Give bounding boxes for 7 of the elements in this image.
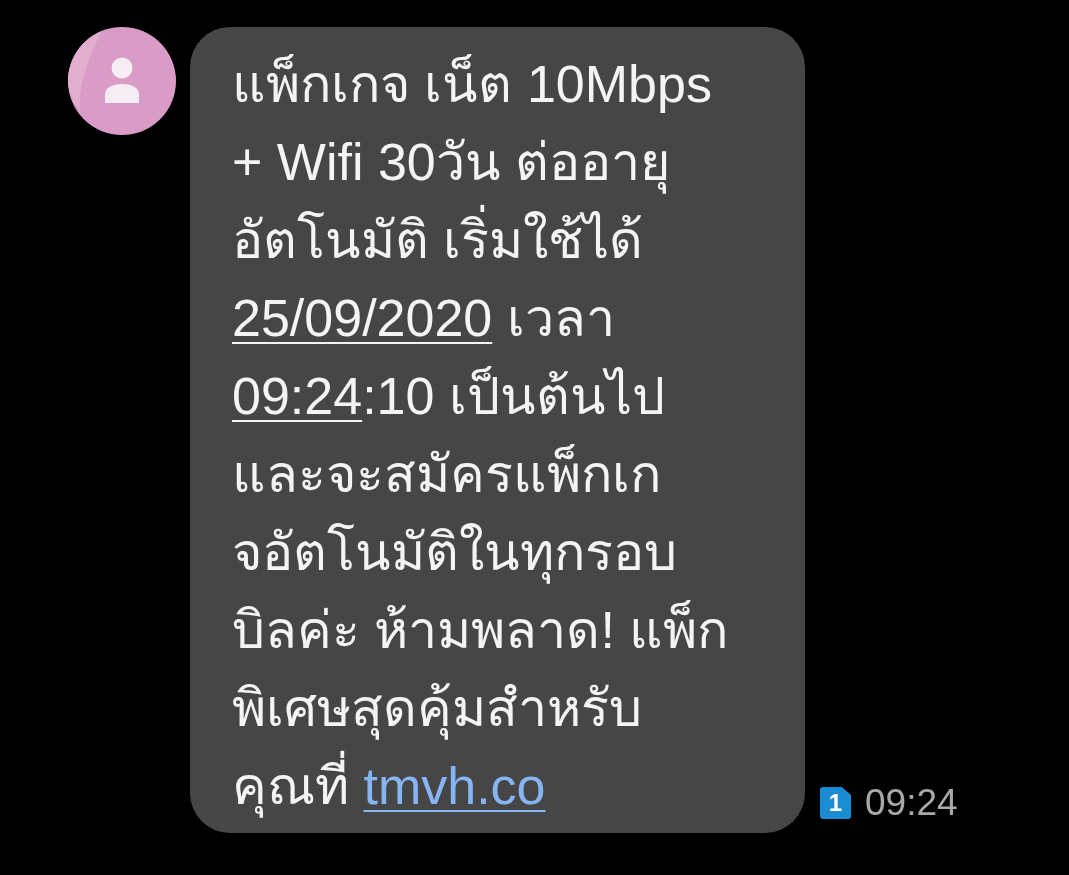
sim-indicator: 1	[820, 787, 851, 819]
url-link[interactable]: tmvh.co	[363, 757, 546, 815]
datetime-link[interactable]: 25/09/2020	[232, 289, 493, 347]
message-text: แพ็กเกจ เน็ต 10Mbps + Wifi 30วัน ต่ออายุ อัตโนมัติ เริ่มใช้ได้ 25/09/2020 เวลา 09:24:10 เป็นต้นไป และจะสมัครแพ็กเก จอัตโนมัติในทุกรอบ บิลค่ะ ห้ามพลาด! แพ็ก พิเศษสุดคุ้มสำหรับ คุณที่ tmvh.co	[232, 45, 775, 825]
datetime-link[interactable]: 09:24	[232, 367, 363, 425]
avatar-icon[interactable]	[68, 27, 176, 135]
message-time: 09:24	[865, 781, 958, 825]
